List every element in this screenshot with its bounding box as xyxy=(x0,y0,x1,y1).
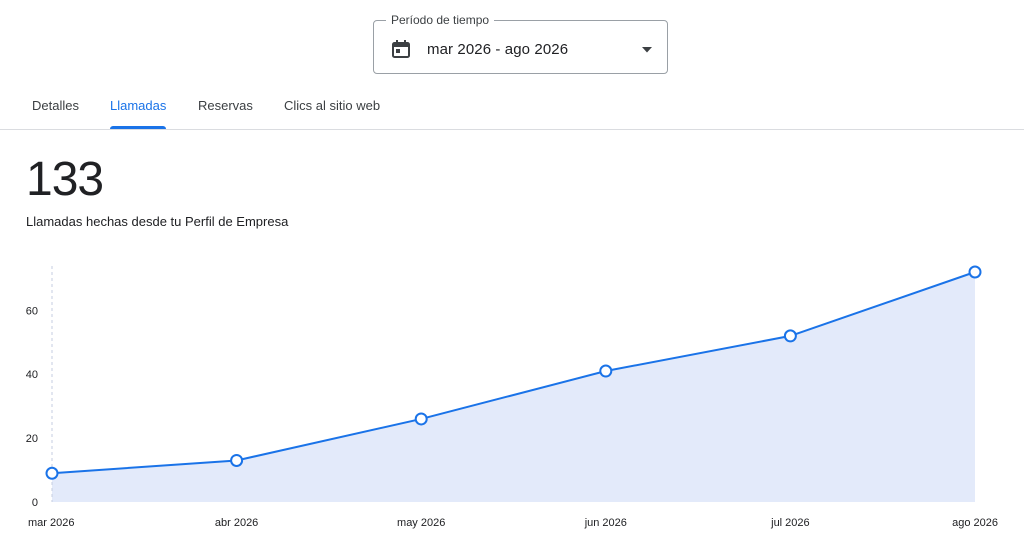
data-point xyxy=(45,466,59,480)
calls-area-chart: 0 20 40 60 mar 2026 abr 2026 may 2026 jun 2026 j… xyxy=(26,265,998,529)
tab-clics-sitio-web[interactable]: Clics al sitio web xyxy=(284,86,380,129)
x-tick-label: mar 2026 xyxy=(28,517,74,529)
x-tick-label: jul 2026 xyxy=(770,517,810,529)
time-period-selector[interactable]: Período de tiempo mar 2026 - ago 2026 xyxy=(373,12,668,74)
data-point xyxy=(599,364,613,378)
y-tick-label: 0 xyxy=(32,497,38,509)
tab-detalles[interactable]: Detalles xyxy=(32,86,79,129)
x-tick-label: abr 2026 xyxy=(215,517,258,529)
x-tick-label: may 2026 xyxy=(397,517,445,529)
time-period-value: mar 2026 - ago 2026 xyxy=(427,41,569,58)
calendar-icon xyxy=(392,40,410,58)
y-tick-label: 60 xyxy=(26,305,38,317)
data-point xyxy=(968,265,982,279)
time-period-label: Período de tiempo xyxy=(386,12,495,28)
y-tick-label: 40 xyxy=(26,369,38,381)
data-point xyxy=(783,329,797,343)
y-tick-label: 20 xyxy=(26,433,38,445)
total-calls-description: Llamadas hechas desde tu Perfil de Empre… xyxy=(26,214,289,229)
x-tick-label: jun 2026 xyxy=(584,517,627,529)
area-fill xyxy=(52,272,975,502)
dropdown-arrow-icon[interactable] xyxy=(641,46,653,54)
x-tick-label: ago 2026 xyxy=(952,517,998,529)
tab-reservas[interactable]: Reservas xyxy=(198,86,253,129)
data-point xyxy=(414,412,428,426)
tab-llamadas[interactable]: Llamadas xyxy=(110,86,167,129)
data-point xyxy=(230,453,244,467)
tab-bar: Detalles Llamadas Reservas Clics al siti… xyxy=(0,86,1024,130)
total-calls-value: 133 xyxy=(26,153,104,206)
